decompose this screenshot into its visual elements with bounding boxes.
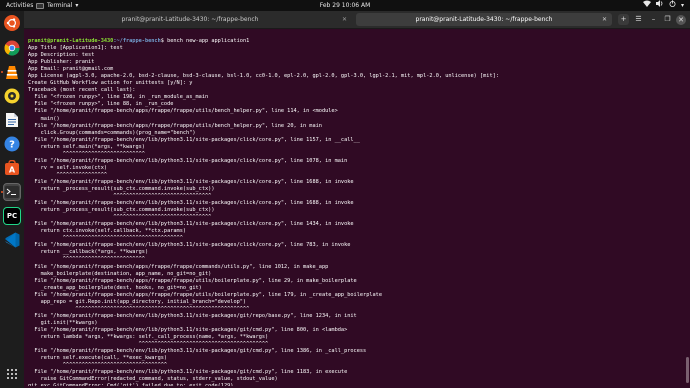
output-lines: App Title [Application1]: test App Descri…	[28, 45, 686, 386]
tab-label: pranit@pranit-Latitude-3430: ~/frappe-be…	[415, 16, 553, 23]
clock[interactable]: Feb 29 10:06 AM	[0, 0, 690, 11]
terminal-line: git.exc.GitCommandError: Cmd('git') fail…	[28, 383, 686, 386]
svg-text:A: A	[9, 166, 16, 175]
svg-text:?: ?	[9, 140, 15, 151]
prompt-line: pranit@pranit-Latitude-3430:~/frappe-ben…	[28, 38, 686, 45]
terminal-line: ^^^^^^^^^^^^^^^^^^^^^^^^^^^^^^^^^^^^^^	[28, 235, 183, 242]
terminal-line: File "/home/pranit/frappe-bench/env/lib/…	[28, 136, 360, 143]
scrollbar-thumb[interactable]	[686, 357, 689, 383]
terminal-line: ^^^^^^^^^^^^^^^^^^^^^^^^^^^^^^^	[28, 214, 212, 221]
terminal-line: return lambda *args, **kwargs: self._cal…	[28, 333, 269, 340]
tab-2-active[interactable]: pranit@pranit-Latitude-3430: ~/frappe-be…	[356, 13, 612, 26]
show-apps-icon[interactable]	[6, 368, 18, 380]
close-tab-icon[interactable]: ✕	[342, 13, 347, 26]
terminal-window: pranit@pranit-Latitude-3430: ~/frappe-be…	[24, 11, 690, 388]
terminal-line: ^^^^^^^^^^^^^^^^^^^^^^^^^^^^^^^^^	[28, 362, 168, 369]
tab-1[interactable]: pranit@pranit-Latitude-3430: ~/frappe-be…	[28, 13, 352, 26]
terminal-line: App Publisher: pranit	[28, 59, 95, 66]
terminal-line: App Title [Application1]: test	[28, 45, 123, 52]
pycharm-icon[interactable]: PC	[3, 207, 21, 225]
volume-icon	[655, 0, 664, 11]
terminal-line: raise GitCommandError(redacted_command, …	[28, 376, 278, 383]
minimize-button[interactable]: –	[648, 14, 659, 25]
terminal-line: git.init(**kwargs)	[28, 319, 98, 326]
terminal-line: main()	[28, 115, 60, 122]
dock: ? A PC	[0, 11, 24, 388]
prompt-user-host: pranit@pranit-Latitude-3430	[28, 38, 114, 44]
terminal-line: ^^^^^^^^^^^^^^^^^^^^^^^^^^^^^^^^^^^^^^^^…	[28, 341, 269, 348]
maximize-button[interactable]: ❐	[662, 14, 673, 25]
terminal-line: App Email: pranit@gmail.com	[28, 66, 114, 73]
close-window-button[interactable]: ✕	[676, 15, 686, 25]
terminal-line: File "/home/pranit/frappe-bench/env/lib/…	[28, 178, 354, 185]
terminal-line: ^^^^^^^^^^^^^^^^^^^^^^^^^^^^^^^	[28, 193, 212, 200]
vlc-icon[interactable]	[3, 63, 21, 81]
running-indicator	[1, 71, 3, 73]
libreoffice-writer-icon[interactable]	[3, 111, 21, 129]
terminal-line: ^^^^^^^^^^^^^^^^^^^^^^^^^^^^^^^^^^^^^^^^…	[28, 305, 250, 312]
chevron-down-icon: ▾	[680, 2, 684, 9]
ubuntu-logo-icon[interactable]	[4, 15, 20, 31]
terminal-line: Traceback (most recent call last):	[28, 87, 136, 94]
terminal-line: ^^^^^^^^^^^^^^^^	[28, 171, 108, 178]
title-bar: pranit@pranit-Latitude-3430: ~/frappe-be…	[24, 11, 690, 29]
terminal-line: Create GitHub Workflow action for unitte…	[28, 80, 193, 87]
terminal-line: File "/home/pranit/frappe-bench/apps/fra…	[28, 122, 322, 129]
terminal-line: app_repo = git.Repo.init(app_directory, …	[28, 298, 247, 305]
close-tab-icon[interactable]: ✕	[602, 13, 607, 26]
terminal-line: File "/home/pranit/frappe-bench/apps/fra…	[28, 263, 329, 270]
vscode-icon[interactable]	[3, 231, 21, 249]
terminal-line: return ctx.invoke(self.callback, **ctx.p…	[28, 228, 187, 235]
prompt-command: $ bench new-app application1	[160, 38, 250, 44]
terminal-line: ^^^^^^^^^^^^^^^^^^^^^^^^^^	[28, 150, 145, 157]
terminal-line: make_boilerplate(destination, app_name, …	[28, 270, 212, 277]
prompt-path: :~/frappe-bench	[113, 38, 161, 44]
terminal-line: App Description: test	[28, 52, 95, 59]
rhythmbox-icon[interactable]	[3, 87, 21, 105]
top-bar: Activities Terminal ▾ Feb 29 10:06 AM ▾	[0, 0, 690, 11]
terminal-line: File "<frozen runpy>", line 88, in _run_…	[28, 101, 174, 108]
menu-button[interactable]: ☰	[633, 14, 644, 25]
terminal-line: File "<frozen runpy>", line 198, in _run…	[28, 94, 209, 101]
terminal-line: return self.main(*args, **kwargs)	[28, 143, 145, 150]
terminal-line: File "/home/pranit/frappe-bench/env/lib/…	[28, 157, 348, 164]
help-icon[interactable]: ?	[3, 135, 21, 153]
scrollbar[interactable]	[686, 33, 689, 385]
terminal-line: File "/home/pranit/frappe-bench/env/lib/…	[28, 326, 348, 333]
terminal-icon[interactable]	[3, 183, 21, 201]
system-tray[interactable]: ▾	[642, 0, 684, 11]
terminal-line: File "/home/pranit/frappe-bench/apps/fra…	[28, 291, 383, 298]
tab-label: pranit@pranit-Latitude-3430: ~/frappe-be…	[121, 16, 259, 23]
new-tab-button[interactable]: +	[618, 14, 629, 25]
running-indicator	[1, 191, 3, 193]
terminal-line: File "/home/pranit/frappe-bench/apps/fra…	[28, 277, 357, 284]
terminal-line: File "/home/pranit/frappe-bench/env/lib/…	[28, 221, 354, 228]
terminal-line: return self.execute(call, **exec_kwargs)	[28, 355, 168, 362]
terminal-line: _create_app_boilerplate(dest, hooks, no_…	[28, 284, 202, 291]
terminal-line: File "/home/pranit/frappe-bench/apps/fra…	[28, 108, 338, 115]
terminal-line: ^^^^^^^^^^^^^^^^^^^^^^^^^^	[28, 256, 145, 263]
chrome-icon[interactable]	[3, 39, 21, 57]
terminal-line: return _process_result(sub_ctx.command.i…	[28, 207, 215, 214]
terminal-line: App License (agpl-3.0, apache-2.0, bsd-2…	[28, 73, 499, 80]
terminal-line: return _process_result(sub_ctx.command.i…	[28, 185, 215, 192]
terminal-output[interactable]: pranit@pranit-Latitude-3430:~/frappe-ben…	[28, 38, 686, 386]
ubuntu-software-icon[interactable]: A	[3, 159, 21, 177]
terminal-line: rv = self.invoke(ctx)	[28, 164, 108, 171]
terminal-line: return __callback(*args, **kwargs)	[28, 249, 149, 256]
terminal-line: File "/home/pranit/frappe-bench/env/lib/…	[28, 348, 367, 355]
network-icon	[642, 0, 651, 11]
power-icon	[669, 0, 676, 11]
terminal-line: File "/home/pranit/frappe-bench/env/lib/…	[28, 312, 357, 319]
terminal-line: File "/home/pranit/frappe-bench/env/lib/…	[28, 242, 351, 249]
pycharm-icon-label: PC	[6, 212, 18, 220]
terminal-line: click.Group(commands=commands)(prog_name…	[28, 129, 196, 136]
terminal-line: File "/home/pranit/frappe-bench/env/lib/…	[28, 369, 348, 376]
terminal-line: File "/home/pranit/frappe-bench/env/lib/…	[28, 200, 354, 207]
